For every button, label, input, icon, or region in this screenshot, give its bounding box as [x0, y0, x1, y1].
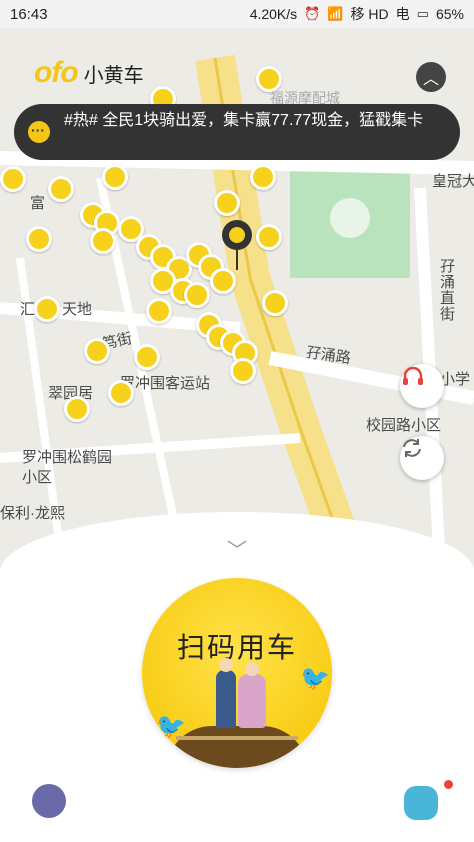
bike-marker[interactable] — [64, 396, 90, 422]
battery-level: 65% — [435, 6, 464, 22]
bike-marker[interactable] — [102, 164, 128, 190]
bike-marker[interactable] — [48, 176, 74, 202]
location-pin-icon — [222, 220, 252, 250]
bike-marker[interactable] — [0, 166, 26, 192]
magpie-icon: 🐦 — [156, 713, 186, 740]
bridge-illustration — [166, 726, 308, 768]
status-time: 16:43 — [10, 5, 48, 23]
map-label-mayong-street: 孖涌直街 — [438, 258, 455, 322]
notice-text: #热# 全民1块骑出爱，集卡赢77.77现金，猛戳集卡 — [64, 112, 424, 129]
map-label-songhe: 罗冲围松鹤园小区 — [22, 449, 113, 486]
map-label-poly: 保利·龙熙 — [0, 505, 65, 522]
app-brand: ofo 小黄车 — [34, 56, 144, 90]
bike-marker[interactable] — [90, 228, 116, 254]
weaver-head — [245, 662, 259, 676]
promo-notice[interactable]: #热# 全民1块骑出爱，集卡赢77.77现金，猛戳集卡 — [14, 104, 460, 160]
bike-marker[interactable] — [134, 344, 160, 370]
customer-service-button[interactable] — [400, 364, 444, 408]
bike-marker[interactable] — [256, 224, 282, 250]
chat-bubble-icon — [28, 119, 50, 143]
bike-marker[interactable] — [34, 296, 60, 322]
refresh-icon — [403, 439, 421, 457]
bike-marker[interactable] — [26, 226, 52, 252]
carrier1: 移 HD — [350, 6, 389, 22]
chevron-down-icon[interactable]: ﹀ — [227, 534, 247, 563]
bike-marker[interactable] — [256, 66, 282, 92]
bike-marker[interactable] — [230, 358, 256, 384]
map-label-crown: 皇冠大 — [432, 173, 474, 190]
bike-marker[interactable] — [146, 298, 172, 324]
bike-marker[interactable] — [210, 268, 236, 294]
refresh-button[interactable] — [400, 436, 444, 480]
headset-icon — [403, 366, 423, 385]
carrier2: 电 — [395, 6, 410, 22]
map-label-school: 小学 — [440, 371, 471, 388]
map-label-tiandi: 天地 — [62, 301, 93, 318]
bike-marker[interactable] — [184, 282, 210, 308]
battery-icon: ▭ — [416, 6, 429, 21]
map-label-xiaoyuan: 校园路小区 — [366, 417, 442, 434]
chevron-up-icon[interactable]: ︿ — [416, 62, 446, 92]
status-bar: 16:43 4.20K/s ⏰ 📶 移 HD 电 ▭ 65% — [0, 0, 474, 28]
cowherd-head — [219, 658, 233, 672]
map-label-fu: 富 — [30, 195, 46, 212]
wifi-icon: 📶 — [327, 6, 344, 21]
bike-marker[interactable] — [84, 338, 110, 364]
location-pin-stem — [236, 248, 238, 270]
magpie-icon: 🐦 — [300, 665, 330, 692]
bike-marker[interactable] — [214, 190, 240, 216]
weaver-figure — [238, 674, 266, 728]
bike-marker[interactable] — [250, 164, 276, 190]
bike-marker[interactable] — [108, 380, 134, 406]
cloud-lock-icon[interactable] — [404, 786, 438, 820]
alarm-icon: ⏰ — [304, 6, 321, 21]
map-label-hui: 汇 — [20, 301, 36, 318]
park-circle — [330, 198, 370, 238]
magpie-badge-icon[interactable] — [32, 784, 66, 818]
bike-marker[interactable] — [262, 290, 288, 316]
network-speed: 4.20K/s — [249, 6, 298, 22]
notification-dot — [444, 780, 453, 789]
scan-label: 扫码用车 — [176, 631, 297, 664]
app-logo: ofo — [34, 56, 79, 89]
app-name: 小黄车 — [83, 64, 144, 87]
cowherd-figure — [216, 670, 236, 728]
status-right: 4.20K/s ⏰ 📶 移 HD 电 ▭ 65% — [250, 4, 464, 24]
